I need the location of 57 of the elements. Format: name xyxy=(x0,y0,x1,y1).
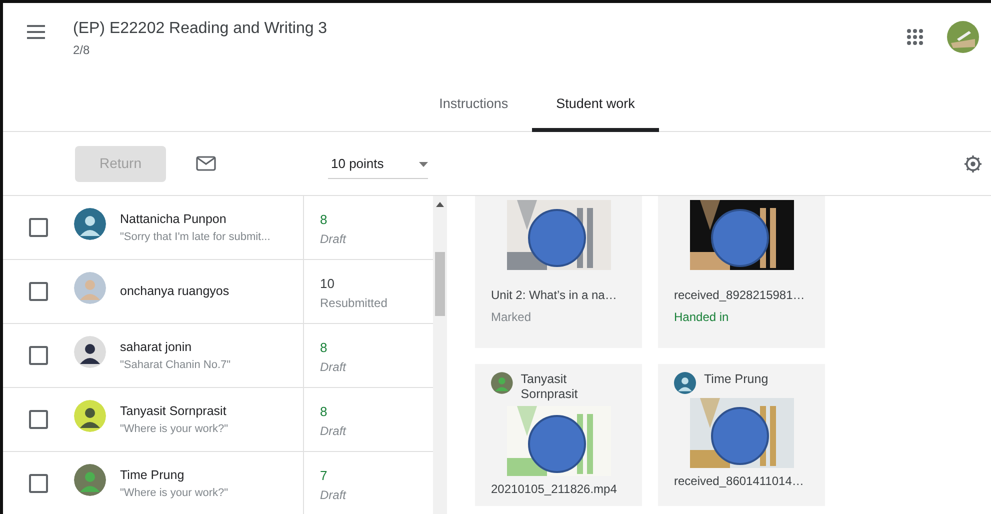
file-name: 20210105_211826.mp4 xyxy=(491,481,618,498)
file-name: received_8928215981… xyxy=(674,287,806,304)
avatar xyxy=(74,208,106,240)
caret-icon xyxy=(419,162,428,166)
tab[interactable]: Student work xyxy=(532,80,659,132)
student-name: Time Prung xyxy=(704,372,768,388)
checkbox[interactable] xyxy=(29,218,48,237)
submission-card[interactable]: Tanyasit Sornprasit 20210105_211826.mp4 xyxy=(475,364,642,506)
class-title: (EP) E22202 Reading and Writing 3 xyxy=(73,19,328,39)
scrollbar[interactable] xyxy=(433,196,447,514)
student-name: onchanya ruangyos xyxy=(120,283,230,300)
submission-status: Draft xyxy=(320,486,348,504)
avatar xyxy=(491,372,513,394)
avatar xyxy=(74,400,106,432)
settings-icon[interactable] xyxy=(963,154,983,174)
private-comment: "Saharat Chanin No.7" xyxy=(120,358,231,373)
tab[interactable]: Instructions xyxy=(415,80,532,132)
private-comment: "Where is your work?" xyxy=(120,486,228,501)
assignment-count: 2/8 xyxy=(73,42,91,59)
checkbox[interactable] xyxy=(29,346,48,365)
submission-status: Draft xyxy=(320,230,348,248)
submission-status: Resubmitted xyxy=(320,294,388,312)
avatar xyxy=(74,336,106,368)
checkbox[interactable] xyxy=(29,410,48,429)
scroll-thumb[interactable] xyxy=(435,252,445,316)
grade: 10 xyxy=(320,275,336,293)
menu-icon[interactable] xyxy=(27,25,45,39)
private-comment: "Where is your work?" xyxy=(120,422,228,437)
checkbox[interactable] xyxy=(29,282,48,301)
points-dropdown[interactable]: 10 points xyxy=(328,148,428,179)
avatar xyxy=(74,272,106,304)
avatar xyxy=(674,372,696,394)
private-comment: "Sorry that I'm late for submit... xyxy=(120,230,270,245)
submission-status: Draft xyxy=(320,422,348,440)
apps-grid-icon[interactable] xyxy=(907,29,923,45)
submission-status: Draft xyxy=(320,358,348,376)
student-name: Time Prung xyxy=(120,467,186,484)
account-avatar[interactable] xyxy=(947,21,979,53)
grade: 8 xyxy=(320,403,328,421)
file-name: Unit 2: What’s in a na… xyxy=(491,287,618,304)
submission-card[interactable]: Time Prung received_8601411014… xyxy=(658,364,825,506)
grade: 8 xyxy=(320,339,328,357)
scroll-up-arrow-icon[interactable] xyxy=(436,202,444,207)
checkbox[interactable] xyxy=(29,474,48,493)
submission-card[interactable]: received_8928215981… Handed in xyxy=(658,196,825,348)
student-name: Nattanicha Punpon xyxy=(120,211,228,228)
grade: 7 xyxy=(320,467,328,485)
submission-card[interactable]: Unit 2: What’s in a na… Marked xyxy=(475,196,642,348)
avatar xyxy=(74,464,106,496)
student-name: Tanyasit Sornprasit xyxy=(120,403,228,420)
student-name: Tanyasit Sornprasit xyxy=(520,372,579,402)
submission-status: Marked xyxy=(491,309,532,326)
email-icon[interactable] xyxy=(196,156,216,171)
grade: 8 xyxy=(320,211,328,229)
student-name: saharat jonin xyxy=(120,339,193,356)
submission-status: Handed in xyxy=(674,309,730,326)
file-name: received_8601411014… xyxy=(674,473,805,490)
